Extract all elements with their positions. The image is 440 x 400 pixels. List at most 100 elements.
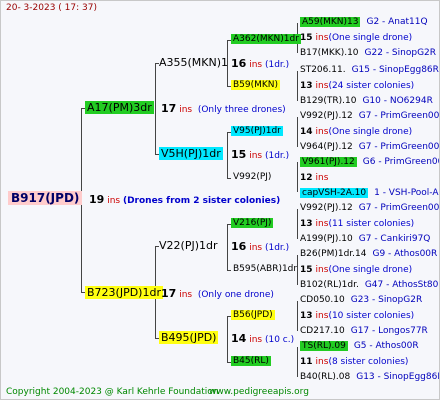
mm-note: (1dr.) <box>264 60 290 70</box>
g4-inbreeding-num: 13 <box>300 81 313 91</box>
g4-queen-id[interactable]: A199(PJ).10 <box>300 234 353 244</box>
g3-v216-row: V216(PJ) <box>231 217 274 230</box>
connector <box>227 270 231 271</box>
mother-id[interactable]: A17(PM)3dr <box>85 101 154 114</box>
g3-v216-id[interactable]: V216(PJ) <box>231 218 274 228</box>
g4-queen-id[interactable]: TS(RL).09 <box>300 341 348 351</box>
father-row: B723(JPD)1dr <box>85 286 163 301</box>
g4-inbreeding-num: 11 <box>300 357 313 367</box>
g3-a362-id[interactable]: A362(MKN)1dr <box>231 34 301 44</box>
connector <box>227 178 231 179</box>
pedigree-panel: { "header": {"date": "20- 3-2023 ( 17: 3… <box>0 0 440 400</box>
g3-b45-id[interactable]: B45(RL) <box>231 356 271 366</box>
root-num: 19 <box>89 193 105 206</box>
g4-queen-id[interactable]: A59(MKN)13 <box>300 17 361 27</box>
g4-inbreeding-num: 15 <box>300 33 313 43</box>
g4-inbreeding-num: 15 <box>300 265 313 275</box>
g4-note: (One single drone) <box>328 127 413 137</box>
connector <box>297 71 298 101</box>
g4-origin-info: G23 - SinopG2R <box>350 295 423 305</box>
g4-queen-id[interactable]: V964(PJ).12 <box>300 142 353 152</box>
father-id[interactable]: B723(JPD)1dr <box>85 286 163 299</box>
connector <box>297 209 298 239</box>
g4-origin-info: G9 - Athos00R <box>372 249 438 259</box>
timestamp: 20- 3-2023 ( 17: 37) <box>6 3 97 13</box>
g4-row: TS(RL).09 G5 - Athos00R <box>300 340 419 353</box>
mm-id[interactable]: A355(MKN)1 <box>159 56 228 69</box>
g4-queen-id[interactable]: B17(MKK).10 <box>300 48 359 58</box>
g4-row: V961(PJ).12 G6 - PrimGreen00 <box>300 156 439 169</box>
g4-origin-info: G15 - SinopEgg86R <box>351 65 439 75</box>
father-num: 17 <box>161 287 177 300</box>
g3-b59-row: B59(MKN) <box>231 79 281 92</box>
fm-ins: ins <box>249 243 263 253</box>
father-inbreeding-row: 17 ins (Only one drone) <box>161 287 274 302</box>
g4-row: 13 ins(24 sister colonies) <box>300 80 414 93</box>
g4-queen-id[interactable]: capVSH-2A.10 <box>300 188 369 198</box>
mf-inbreeding-row: 15 ins (1dr.) <box>231 148 289 163</box>
ff-id[interactable]: B495(JPD) <box>159 331 219 344</box>
g4-row: B102(RL)1dr. G47 - AthosSt80R <box>300 279 439 292</box>
mother-note: (Only three drones) <box>197 105 286 115</box>
mother-row: A17(PM)3dr <box>85 101 154 116</box>
g3-v992-id[interactable]: V992(PJ) <box>233 171 271 184</box>
g4-row: V964(PJ).12 G7 - PrimGreen00 <box>300 141 439 154</box>
g4-queen-id[interactable]: B40(RL).08 <box>300 372 350 382</box>
g4-note: (One single drone) <box>328 265 413 275</box>
g4-note: (24 sister colonies) <box>328 81 415 91</box>
g4-row: A59(MKN)13 G2 - Anat11Q <box>300 16 428 29</box>
mf-row: V5H(PJ)1dr <box>159 147 223 162</box>
g4-queen-id[interactable]: CD050.10 <box>300 295 345 305</box>
connector <box>297 255 298 285</box>
g4-ins: ins <box>315 311 329 321</box>
g4-ins: ins <box>315 81 329 91</box>
mf-note: (1dr.) <box>264 151 290 161</box>
g4-inbreeding-num: 13 <box>300 311 313 321</box>
father-ins: ins <box>179 290 193 300</box>
g4-queen-id[interactable]: V992(PJ).12 <box>300 111 353 121</box>
g4-row: V992(PJ).12 G7 - PrimGreen00 <box>300 110 439 123</box>
root-ins: ins <box>107 196 121 206</box>
g4-inbreeding-num: 14 <box>300 127 313 137</box>
g4-ins: ins <box>315 219 329 229</box>
connector <box>227 316 228 362</box>
g4-row: B17(MKK).10 G22 - SinopG2R <box>300 47 436 60</box>
g4-row: CD217.10 G17 - Longos77R <box>300 325 428 338</box>
root-queen-id[interactable]: B917(JPD) <box>8 191 83 205</box>
g4-row: 13 ins(10 sister colonies) <box>300 310 414 323</box>
g4-row: 15 ins(One single drone) <box>300 32 412 45</box>
g3-v95-id[interactable]: V95(PJ)1dr <box>231 126 283 136</box>
g4-note: (One single drone) <box>328 33 413 43</box>
g4-inbreeding-num: 13 <box>300 219 313 229</box>
g4-queen-id[interactable]: V961(PJ).12 <box>300 157 357 167</box>
connector <box>227 132 228 178</box>
g4-origin-info: G17 - Longos77R <box>350 326 428 336</box>
connector <box>297 301 298 331</box>
g4-queen-id[interactable]: B26(PM)1dr.14 <box>300 249 366 259</box>
g4-row: B40(RL).08 G13 - SinopEgg86R <box>300 371 440 384</box>
g4-queen-id[interactable]: V992(PJ).12 <box>300 203 353 213</box>
g4-queen-id[interactable]: ST206.11. <box>300 65 346 75</box>
g4-queen-id[interactable]: CD217.10 <box>300 326 345 336</box>
g4-row: V992(PJ).12 G7 - PrimGreen00 <box>300 202 439 215</box>
ff-inbreeding-row: 14 ins (10 c.) <box>231 332 294 347</box>
ff-num: 14 <box>231 332 247 345</box>
g4-queen-id[interactable]: B102(RL)1dr. <box>300 280 359 290</box>
g4-ins: ins <box>315 173 329 183</box>
g3-b59-id[interactable]: B59(MKN) <box>231 80 281 90</box>
mf-id[interactable]: V5H(PJ)1dr <box>159 147 223 160</box>
connector <box>297 117 298 147</box>
connector <box>297 347 298 377</box>
g4-origin-info: G22 - SinopG2R <box>364 48 437 58</box>
g3-v95-row: V95(PJ)1dr <box>231 125 283 138</box>
g3-b595-id[interactable]: B595(ABR)1dr <box>233 263 297 276</box>
g4-origin-info: G13 - SinopEgg86R <box>356 372 440 382</box>
g4-queen-id[interactable]: B129(TR).10 <box>300 96 356 106</box>
site-link[interactable]: www.pedigreeapis.org <box>209 386 309 399</box>
g4-row: 15 ins(One single drone) <box>300 264 412 277</box>
mf-ins: ins <box>249 151 263 161</box>
fm-id[interactable]: V22(PJ)1dr <box>159 239 218 252</box>
g4-note: (10 sister colonies) <box>328 311 415 321</box>
g4-row: B26(PM)1dr.14 G9 - Athos00R <box>300 248 437 261</box>
g3-b56-id[interactable]: B56(JPD) <box>231 310 275 320</box>
